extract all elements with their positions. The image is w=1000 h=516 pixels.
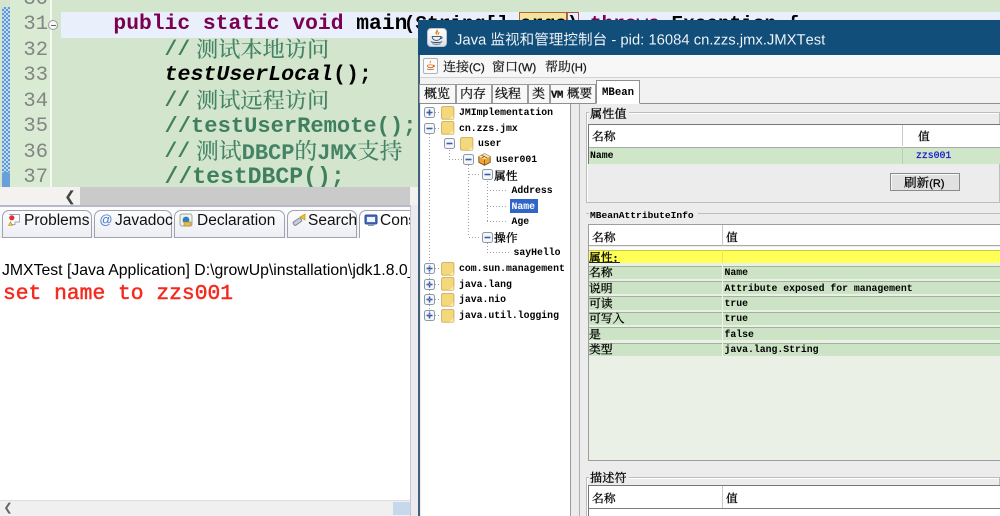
svg-text:@: @	[99, 213, 112, 227]
